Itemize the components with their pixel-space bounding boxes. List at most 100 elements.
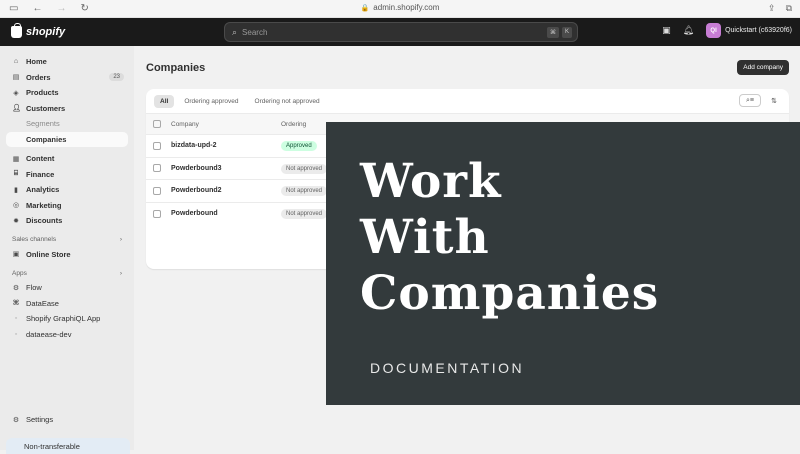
bell-icon[interactable]: 🔔︎ bbox=[683, 25, 694, 36]
sidebar-item-label: Segments bbox=[26, 119, 60, 129]
storefront-icon: ▣ bbox=[12, 251, 20, 259]
shopify-bag-icon bbox=[11, 23, 22, 38]
sales-channels-section[interactable]: Sales channels › bbox=[6, 233, 128, 247]
person-icon: 👤︎ bbox=[12, 105, 21, 113]
sidebar-item-home[interactable]: ⌂ Home bbox=[6, 54, 128, 70]
home-icon: ⌂ bbox=[13, 58, 19, 66]
company-name[interactable]: Powderbound2 bbox=[171, 187, 281, 194]
sidebar-item-content[interactable]: ▦ Content bbox=[6, 151, 128, 167]
app-dot-icon: ▫ bbox=[14, 330, 18, 338]
sidebar-item-customers[interactable]: 👤︎ Customers bbox=[6, 101, 128, 117]
sort-icon[interactable]: ⇅ bbox=[767, 94, 781, 107]
url-text: admin.shopify.com bbox=[373, 3, 440, 12]
tabs-icon[interactable]: ⧉ bbox=[786, 3, 792, 14]
brand-name: shopify bbox=[26, 26, 66, 38]
section-label: Apps bbox=[12, 269, 27, 277]
share-icon[interactable]: ⇪ bbox=[768, 3, 776, 14]
filter-tabs: All Ordering approved Ordering not appro… bbox=[146, 89, 789, 113]
shopify-logo[interactable]: shopify bbox=[0, 23, 66, 38]
sidebar-item-label: Orders bbox=[26, 72, 51, 82]
sidebar-item-label: Content bbox=[26, 154, 55, 164]
store-switcher[interactable]: QI Quickstart (c63920f6) bbox=[706, 23, 792, 38]
sidebar-item-label: Discounts bbox=[26, 216, 63, 226]
search-bar[interactable]: ⌕ ⌘ K bbox=[224, 22, 578, 42]
sidebar-item-products[interactable]: ◈ Products bbox=[6, 85, 128, 101]
sidebar-item-graphiql[interactable]: ▫ Shopify GraphiQL App bbox=[6, 311, 128, 327]
sidebar-item-label: Finance bbox=[26, 169, 55, 179]
kbd-cmd: ⌘ bbox=[546, 26, 559, 38]
sidebar-item-analytics[interactable]: ▮ Analytics bbox=[6, 182, 128, 198]
flow-icon: ⚙ bbox=[12, 284, 20, 292]
tab-ordering-approved[interactable]: Ordering approved bbox=[178, 95, 244, 108]
row-checkbox[interactable] bbox=[153, 141, 161, 150]
target-icon: ◎ bbox=[12, 202, 20, 210]
sidebar-item-online-store[interactable]: ▣ Online Store bbox=[6, 247, 128, 263]
tag-icon: ◈ bbox=[13, 89, 19, 97]
status-badge: Not approved bbox=[281, 163, 328, 174]
sidebar-item-flow[interactable]: ⚙ Flow bbox=[6, 280, 128, 296]
company-name[interactable]: bizdata-upd-2 bbox=[171, 142, 281, 149]
apps-section[interactable]: Apps › bbox=[6, 266, 128, 280]
tab-ordering-not-approved[interactable]: Ordering not approved bbox=[249, 95, 326, 108]
discount-icon: ✹ bbox=[13, 217, 19, 225]
search-shortcut: ⌘ K bbox=[546, 26, 572, 38]
sidebar-item-label: DataEase bbox=[26, 298, 59, 308]
select-all-checkbox[interactable] bbox=[153, 120, 161, 128]
app-dot-icon: ▫ bbox=[14, 315, 18, 323]
avatar: QI bbox=[706, 23, 722, 38]
sidebar-item-marketing[interactable]: ◎ Marketing bbox=[6, 198, 128, 214]
dataease-icon: ⌘ bbox=[12, 300, 20, 308]
search-icon: ⌕ bbox=[232, 26, 238, 37]
add-company-button[interactable]: Add company bbox=[737, 60, 789, 75]
tab-all[interactable]: All bbox=[154, 94, 175, 108]
store-icon[interactable]: ▣ bbox=[662, 25, 671, 36]
orders-count-badge: 23 bbox=[109, 73, 124, 82]
sidebar-item-label: Customers bbox=[26, 103, 66, 113]
gear-icon: ⚙ bbox=[12, 416, 20, 424]
status-badge: Approved bbox=[281, 141, 317, 152]
admin-topbar: shopify ⌕ ⌘ K ▣ 🔔︎ QI Quickstart (c63920… bbox=[0, 18, 800, 46]
row-checkbox[interactable] bbox=[153, 186, 161, 195]
address-bar[interactable]: 🔒 admin.shopify.com bbox=[0, 3, 800, 12]
sidebar-item-segments[interactable]: Segments bbox=[6, 116, 128, 132]
row-checkbox[interactable] bbox=[153, 164, 161, 173]
non-transferable-banner[interactable]: Non-transferable bbox=[6, 438, 130, 454]
bar-chart-icon: ▮ bbox=[14, 186, 18, 194]
bank-icon: ⌸ bbox=[13, 170, 19, 178]
search-filter-button[interactable]: ⌕≡ bbox=[739, 94, 761, 107]
sidebar-item-dataease-dev[interactable]: ▫ dataease-dev bbox=[6, 327, 128, 343]
sidebar-item-label: Analytics bbox=[26, 185, 60, 195]
sidebar-item-label: Settings bbox=[26, 415, 54, 425]
status-badge: Not approved bbox=[281, 186, 328, 197]
sidebar-item-label: Home bbox=[26, 57, 47, 67]
browser-toolbar: ▭ ← → ↻ 🔒 admin.shopify.com ⇪ ⧉ bbox=[0, 0, 800, 18]
sidebar-item-orders[interactable]: ▤ Orders 23 bbox=[6, 70, 128, 86]
company-name[interactable]: Powderbound bbox=[171, 210, 281, 217]
sidebar-item-label: Flow bbox=[26, 283, 42, 293]
overlay-title-line: With bbox=[360, 210, 490, 265]
search-input[interactable] bbox=[242, 27, 523, 37]
documentation-overlay: Work With Companies DOCUMENTATION bbox=[326, 122, 800, 405]
sidebar-item-discounts[interactable]: ✹ Discounts bbox=[6, 213, 128, 229]
overlay-subtitle: DOCUMENTATION bbox=[370, 360, 525, 376]
lock-icon: 🔒 bbox=[360, 5, 370, 12]
chevron-right-icon: › bbox=[119, 236, 122, 243]
sidebar-item-label: Marketing bbox=[26, 200, 62, 210]
overlay-title-line: Companies bbox=[360, 266, 660, 321]
status-badge: Not approved bbox=[281, 209, 328, 220]
overlay-title: Work With Companies bbox=[360, 154, 659, 322]
banner-label: Non-transferable bbox=[24, 441, 80, 451]
row-checkbox[interactable] bbox=[153, 209, 161, 218]
sidebar-item-dataease[interactable]: ⌘ DataEase bbox=[6, 296, 128, 312]
company-name[interactable]: Powderbound3 bbox=[171, 165, 281, 172]
sidebar-item-finance[interactable]: ⌸ Finance bbox=[6, 167, 128, 183]
column-company[interactable]: Company bbox=[171, 121, 281, 128]
section-label: Sales channels bbox=[12, 236, 57, 243]
chevron-right-icon: › bbox=[119, 269, 122, 277]
sidebar-item-label: Companies bbox=[26, 134, 67, 144]
store-name: Quickstart (c63920f6) bbox=[725, 27, 792, 34]
inbox-icon: ▤ bbox=[12, 74, 20, 82]
sidebar-item-settings[interactable]: ⚙ Settings bbox=[6, 412, 128, 428]
sidebar-item-label: Shopify GraphiQL App bbox=[26, 314, 101, 324]
sidebar-item-companies[interactable]: Companies bbox=[6, 131, 128, 147]
